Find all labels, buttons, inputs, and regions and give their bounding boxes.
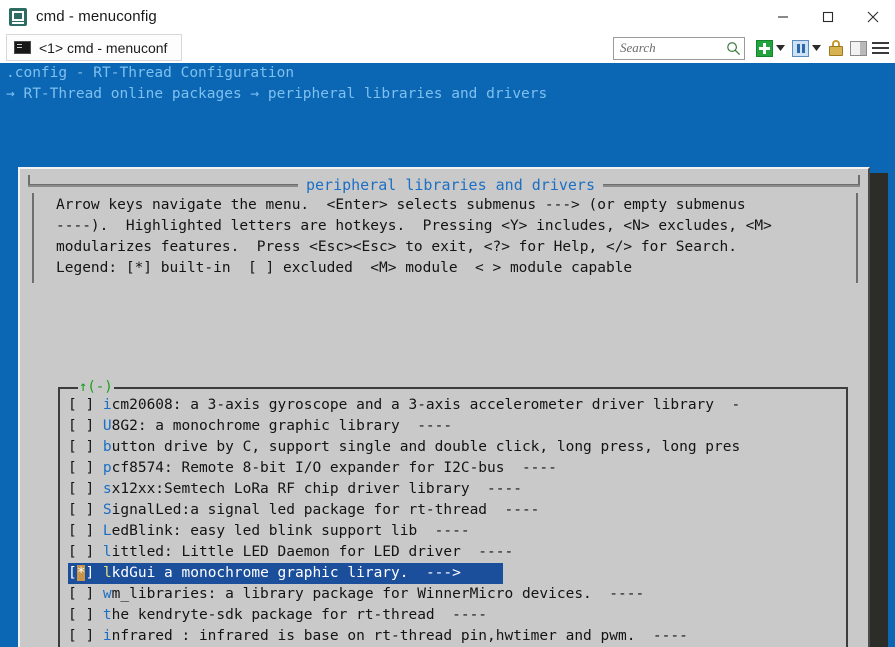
dialog-rule-right [602,184,860,187]
menu-item-hotkey: l [102,544,112,560]
menu-item[interactable]: [ ] littled: Little LED Daemon for LED d… [68,542,513,563]
menu-item-checkbox: [ ] [68,397,103,413]
toolbar [613,35,891,61]
menu-item-checkbox: [ ] [68,481,103,497]
search-input[interactable] [618,37,726,59]
menu-item[interactable]: [ ] U8G2: a monochrome graphic library -… [68,416,503,437]
menu-item[interactable]: [ ] sx12xx:Semtech LoRa RF chip driver l… [68,479,522,500]
menu-item-checkbox: [ ] [68,607,103,623]
close-button[interactable] [850,0,895,33]
split-pane-icon [791,39,809,57]
help-line-3: modularizes features. Press <Esc><Esc> t… [56,239,737,255]
terminal-console[interactable]: .config - RT-Thread Configuration → RT-T… [0,63,895,647]
dialog-title: peripheral libraries and drivers [306,176,595,194]
panes-button[interactable] [848,38,868,58]
search-box[interactable] [613,36,745,60]
menu-item-checkbox: [ ] [68,502,103,518]
menu-item[interactable]: [ ] infrared : infrared is base on rt-th… [68,626,688,647]
menu-item[interactable]: [ ] the kendryte-sdk package for rt-thre… [68,605,503,626]
menu-item-checkbox: [ ] [68,628,103,644]
menu-item-checkbox: [ ] [68,439,103,455]
breadcrumb: → RT-Thread online packages → peripheral… [6,86,548,102]
tab-cmd-menuconf[interactable]: <1> cmd - menuconf [6,34,183,61]
menu-item-hotkey: p [102,460,112,476]
new-tab-icon [755,39,773,57]
menu-item-hotkey: w [102,586,112,602]
menuconfig-dialog: peripheral libraries and drivers Arrow k… [18,167,870,647]
menu-item-checkbox: [ ] [68,460,103,476]
menu-item-label: ittled: Little LED Daemon for LED driver… [111,544,514,560]
chevron-down-icon [812,45,821,51]
terminal-icon [14,41,31,54]
menu-item[interactable]: [ ] wm_libraries: a library package for … [68,584,644,605]
menu-item-hotkey: i [102,628,112,644]
menu-item-bracket-close: ] [85,565,103,581]
menu-item-checkbox: [ ] [68,523,103,539]
menu-item-hotkey: t [102,607,112,623]
menu-item-checkbox: [ ] [68,586,103,602]
hamburger-menu-icon [871,41,889,55]
menu-item-label: kdGui a monochrome graphic lirary. ---> [111,565,461,581]
menu-item-hotkey: s [102,481,112,497]
window-title: cmd - menuconfig [36,8,157,25]
menu-list: [ ] icm20608: a 3-axis gyroscope and a 3… [68,395,868,647]
menu-item-hotkey: S [102,502,112,518]
menu-item-hotkey: b [102,439,112,455]
menu-item-label: m_libraries: a library package for Winne… [111,586,645,602]
help-line-2: ----). Highlighted letters are hotkeys. … [56,218,772,234]
menu-item[interactable]: [ ] LedBlink: easy led blink support lib… [68,521,503,542]
chevron-down-icon [776,45,785,51]
menu-item-bracket-open: [ [68,565,77,581]
menu-item-hotkey: U [102,418,112,434]
menu-item-label: ignalLed:a signal led package for rt-thr… [111,502,540,518]
menu-item-label: nfrared : infrared is base on rt-thread … [111,628,688,644]
scroll-up-indicator: ↑(-) [78,379,114,395]
window-titlebar: cmd - menuconfig [0,0,895,33]
hamburger-menu-button[interactable] [870,38,890,58]
help-line-1: Arrow keys navigate the menu. <Enter> se… [56,197,746,213]
dialog-shadow [868,173,888,647]
menu-item[interactable]: [ ] pcf8574: Remote 8-bit I/O expander f… [68,458,557,479]
menu-item-label: 8G2: a monochrome graphic library ---- [111,418,453,434]
minimize-button[interactable] [760,0,805,33]
split-pane-button[interactable] [790,38,810,58]
menu-item[interactable]: [ ] icm20608: a 3-axis gyroscope and a 3… [68,395,740,416]
panes-icon [849,40,867,56]
menu-item-label: x12xx:Semtech LoRa RF chip driver librar… [111,481,522,497]
dialog-help-text: Arrow keys navigate the menu. <Enter> se… [32,193,858,283]
split-pane-dropdown-button[interactable] [811,38,822,58]
menu-item-label: edBlink: easy led blink support lib ---- [111,523,470,539]
menuconfig-window: cmd - menuconfig <1> cmd - menuconf Sear… [0,0,895,647]
menu-item-checkbox: [ ] [68,418,103,434]
tab-strip: <1> cmd - menuconf [0,33,895,63]
menu-item[interactable]: [ ] button drive by C, support single an… [68,437,740,458]
lock-icon [829,40,843,56]
menu-item-hotkey: l [102,565,112,581]
help-line-4: Legend: [*] built-in [ ] excluded <M> mo… [56,260,633,276]
window-controls [760,0,895,33]
menu-item-label: cf8574: Remote 8-bit I/O expander for I2… [111,460,557,476]
new-tab-dropdown-button[interactable] [775,38,786,58]
menu-item-checkbox: [ ] [68,544,103,560]
menu-item[interactable]: [ ] SignalLed:a signal led package for r… [68,500,539,521]
menu-item-label: he kendryte-sdk package for rt-thread --… [111,607,488,623]
menu-item[interactable]: [*] lkdGui a monochrome graphic lirary. … [68,563,503,584]
maximize-button[interactable] [805,0,850,33]
new-tab-button[interactable] [754,38,774,58]
menu-item-hotkey: L [102,523,112,539]
tab-label: <1> cmd - menuconf [39,39,168,56]
dialog-title-frame: peripheral libraries and drivers [28,175,860,195]
config-header-line: .config - RT-Thread Configuration [6,65,295,81]
menu-item-label: cm20608: a 3-axis gyroscope and a 3-axis… [111,397,741,413]
lock-button[interactable] [826,38,846,58]
menu-item-label: utton drive by C, support single and dou… [111,439,741,455]
menu-item-hotkey: i [102,397,112,413]
search-icon[interactable] [726,41,741,56]
dialog-rule-left [28,184,298,187]
console-icon [9,7,27,26]
